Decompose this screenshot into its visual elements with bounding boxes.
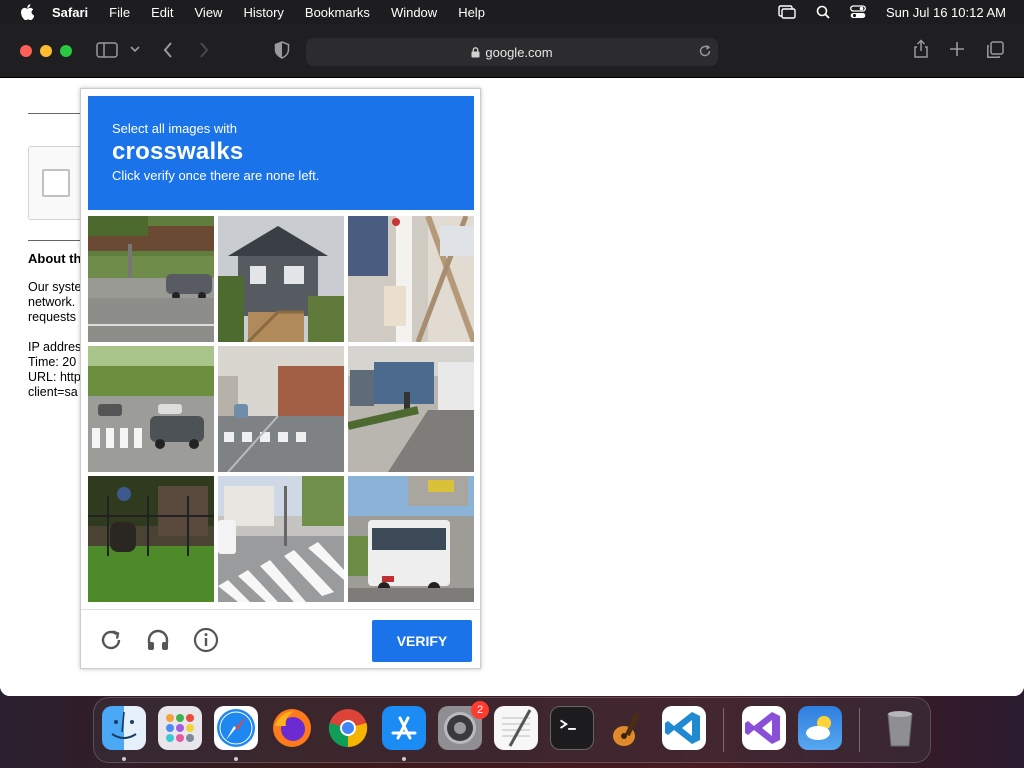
browser-toolbar: google.com	[0, 24, 1024, 78]
recaptcha-checkbox-container	[28, 146, 88, 220]
dock-separator	[859, 708, 860, 752]
finder-icon[interactable]	[102, 706, 146, 750]
image-tile-7[interactable]	[88, 476, 214, 602]
chrome-icon[interactable]	[326, 706, 370, 750]
notification-badge: 2	[471, 701, 489, 719]
paragraph-line: network.	[28, 295, 76, 309]
spotlight-search-icon[interactable]	[816, 5, 830, 19]
audio-challenge-icon[interactable]	[144, 626, 172, 654]
terminal-icon[interactable]	[550, 706, 594, 750]
menu-bookmarks[interactable]: Bookmarks	[305, 5, 370, 20]
privacy-shield-icon[interactable]	[274, 41, 290, 59]
weather-icon[interactable]	[798, 706, 842, 750]
chevron-down-icon[interactable]	[130, 45, 140, 53]
divider	[28, 240, 88, 241]
menu-window[interactable]: Window	[391, 5, 437, 20]
menu-edit[interactable]: Edit	[151, 5, 173, 20]
image-tile-2[interactable]	[218, 216, 344, 342]
screen-mirroring-icon[interactable]	[778, 5, 796, 19]
control-center-icon[interactable]	[850, 5, 866, 19]
reload-icon[interactable]	[698, 44, 712, 58]
menu-help[interactable]: Help	[458, 5, 485, 20]
textedit-icon[interactable]	[494, 706, 538, 750]
app-store-icon[interactable]	[382, 706, 426, 750]
tab-overview-icon[interactable]	[986, 41, 1004, 59]
safari-icon[interactable]	[214, 706, 258, 750]
image-grid	[88, 216, 474, 602]
trash-icon[interactable]	[878, 706, 922, 750]
share-icon[interactable]	[912, 39, 930, 59]
instruction-subtext: Click verify once there are none left.	[112, 168, 320, 183]
info-line: Time: 20	[28, 355, 77, 369]
info-line: URL: http	[28, 370, 81, 384]
image-tile-9[interactable]	[348, 476, 474, 602]
instruction-text: Select all images with	[112, 121, 237, 136]
menu-clock[interactable]: Sun Jul 16 10:12 AM	[886, 5, 1006, 20]
menu-file[interactable]: File	[109, 5, 130, 20]
image-tile-8[interactable]	[218, 476, 344, 602]
lock-icon	[471, 46, 480, 58]
visual-studio-icon[interactable]	[742, 706, 786, 750]
dock-separator	[723, 708, 724, 752]
firefox-icon[interactable]	[270, 706, 314, 750]
dock: 2	[93, 697, 931, 763]
image-tile-5[interactable]	[218, 346, 344, 472]
close-window-button[interactable]	[20, 45, 32, 57]
info-icon[interactable]	[192, 626, 220, 654]
info-line: client=sa	[28, 385, 78, 399]
captcha-instructions: Select all images with crosswalks Click …	[88, 96, 474, 210]
reload-challenge-icon[interactable]	[97, 626, 125, 654]
address-text: google.com	[485, 44, 553, 60]
captcha-footer: VERIFY	[81, 609, 480, 669]
new-tab-icon[interactable]	[949, 41, 965, 57]
image-tile-3[interactable]	[348, 216, 474, 342]
image-tile-1[interactable]	[88, 216, 214, 342]
paragraph-line: Our syste	[28, 280, 82, 294]
menu-history[interactable]: History	[243, 5, 283, 20]
menu-app-name[interactable]: Safari	[52, 5, 88, 20]
apple-menu-icon[interactable]	[20, 4, 34, 20]
address-bar[interactable]: google.com	[306, 38, 718, 66]
forward-icon[interactable]	[198, 41, 210, 59]
back-icon[interactable]	[162, 41, 174, 59]
vscode-icon[interactable]	[662, 706, 706, 750]
menu-bar: Safari File Edit View History Bookmarks …	[0, 0, 1024, 24]
running-indicator	[402, 757, 406, 761]
menu-view[interactable]: View	[195, 5, 223, 20]
sidebar-toggle-icon[interactable]	[96, 41, 118, 59]
target-object-label: crosswalks	[112, 138, 244, 165]
captcha-challenge-dialog: Select all images with crosswalks Click …	[80, 88, 481, 669]
image-tile-4[interactable]	[88, 346, 214, 472]
paragraph-line: requests	[28, 310, 76, 324]
running-indicator	[234, 757, 238, 761]
about-heading: About th	[28, 251, 82, 266]
divider	[28, 113, 88, 114]
zoom-window-button[interactable]	[60, 45, 72, 57]
running-indicator	[122, 757, 126, 761]
image-tile-6[interactable]	[348, 346, 474, 472]
minimize-window-button[interactable]	[40, 45, 52, 57]
launchpad-icon[interactable]	[158, 706, 202, 750]
info-line: IP addres	[28, 340, 82, 354]
garageband-icon[interactable]	[606, 706, 650, 750]
recaptcha-checkbox[interactable]	[42, 169, 70, 197]
verify-button[interactable]: VERIFY	[372, 620, 472, 662]
